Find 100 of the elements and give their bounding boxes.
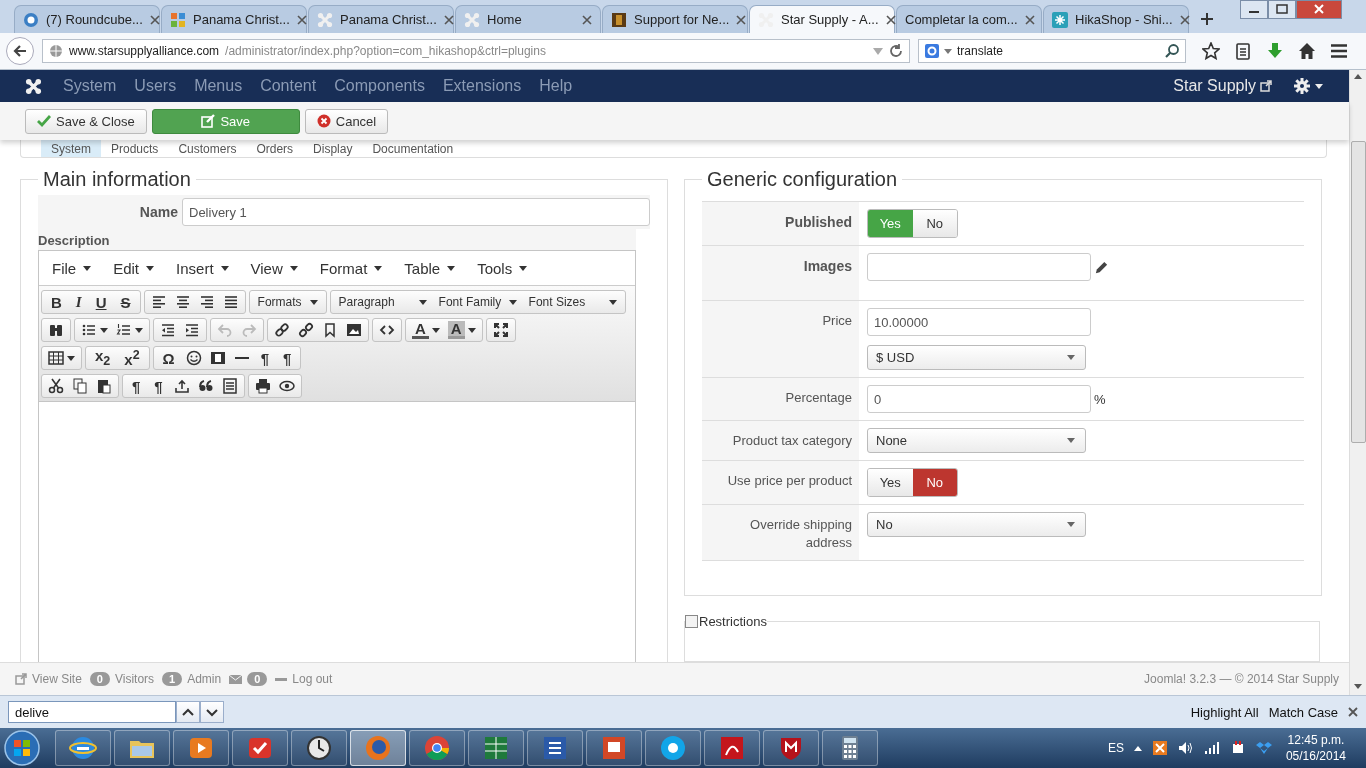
copy-icon[interactable] [72, 378, 88, 394]
settings-icon[interactable] [1294, 78, 1310, 94]
toggle-option[interactable]: Yes [868, 469, 913, 496]
browser-tab[interactable]: (7) Roundcube... [14, 5, 160, 33]
language-indicator[interactable]: ES [1107, 741, 1124, 755]
close-icon[interactable] [1348, 707, 1358, 717]
menu-item[interactable]: Components [325, 77, 434, 95]
toggle-option[interactable]: No [912, 469, 957, 496]
minimize-icon[interactable] [1240, 0, 1268, 19]
text-color-button[interactable]: A [412, 321, 429, 339]
find-option[interactable]: Highlight All [1190, 704, 1259, 720]
dropdown[interactable]: Paragraph [333, 291, 432, 313]
text-field[interactable]: 10.00000 [867, 308, 1091, 336]
outdent-icon[interactable] [160, 322, 176, 338]
text-field[interactable]: Delivery 1 [182, 198, 650, 226]
caret-icon[interactable] [146, 265, 155, 271]
browser-tab[interactable]: Support for Ne... [602, 5, 748, 33]
left-to-right-button[interactable]: ¶ [257, 350, 272, 366]
indent-icon[interactable] [184, 322, 200, 338]
box-icon[interactable] [1255, 740, 1272, 756]
editor-menu-item[interactable]: Insert [176, 259, 229, 277]
cancel-button[interactable]: Cancel [304, 108, 389, 134]
speaker-icon[interactable] [1177, 740, 1194, 756]
home-icon[interactable] [1298, 42, 1316, 60]
star-icon[interactable] [1202, 42, 1220, 60]
close-icon[interactable] [582, 14, 592, 25]
justify-icon[interactable] [222, 294, 239, 310]
caret-icon[interactable] [83, 265, 92, 271]
close-icon[interactable] [296, 14, 307, 25]
paste-icon[interactable] [96, 378, 112, 394]
align-center-icon[interactable] [174, 294, 191, 310]
scroll-up-icon[interactable] [1354, 74, 1362, 79]
caret-icon[interactable] [67, 355, 75, 361]
menu-icon[interactable] [1330, 42, 1348, 60]
download-icon[interactable] [1266, 42, 1284, 60]
address-bar[interactable]: www.starsupplyalliance.com /administrator/index.php?option=com_hikashop&ctrl=plugins [42, 39, 910, 63]
site-link[interactable]: Star Supply [1173, 77, 1272, 95]
caret-icon[interactable] [220, 265, 229, 271]
menu-item[interactable]: Users [125, 77, 186, 95]
close-icon[interactable] [149, 14, 160, 25]
caret-icon[interactable] [418, 299, 427, 305]
table-icon[interactable] [48, 350, 64, 366]
editor-menu-item[interactable]: Edit [113, 259, 155, 277]
caret-icon[interactable] [467, 327, 476, 333]
caret-icon[interactable] [100, 327, 108, 333]
select-field[interactable]: None [867, 428, 1086, 453]
menu-item[interactable]: Extensions [433, 77, 531, 95]
submenu-item[interactable]: Display [303, 140, 363, 157]
browser-tab[interactable]: Completar la com... [896, 5, 1042, 33]
signal-icon[interactable] [1203, 740, 1220, 756]
paragraph-button[interactable]: ¶ [129, 378, 144, 394]
browser-tab[interactable]: Star Supply - A... [749, 5, 895, 33]
caret-icon[interactable] [447, 265, 456, 271]
taskbar-button[interactable] [763, 730, 819, 766]
pencil-icon[interactable] [1094, 259, 1109, 275]
caret-icon[interactable] [1315, 83, 1323, 89]
film-icon[interactable] [209, 350, 226, 366]
superscript-button[interactable]: x$^{2}$ [121, 349, 143, 367]
caret-icon[interactable] [508, 299, 517, 305]
close-icon[interactable] [736, 14, 747, 25]
bookmark-icon[interactable] [322, 322, 338, 338]
submenu-item[interactable]: Customers [168, 140, 247, 157]
select-field[interactable]: No [867, 512, 1086, 537]
menu-item[interactable]: Help [530, 77, 582, 95]
caret-icon[interactable] [431, 327, 440, 333]
close-icon[interactable] [1296, 0, 1342, 19]
caret-icon[interactable] [374, 265, 383, 271]
editor-menu-item[interactable]: Tools [477, 259, 528, 277]
search-icon[interactable] [1165, 44, 1179, 58]
insert-icon[interactable] [173, 378, 190, 394]
previous-button[interactable] [176, 701, 200, 723]
save-close-button[interactable]: Save & Close [25, 108, 147, 134]
maximize-icon[interactable] [1268, 0, 1296, 19]
printer-icon[interactable] [254, 378, 271, 394]
taskbar-button[interactable] [350, 730, 406, 766]
caret-icon[interactable] [135, 327, 143, 333]
subscript-button[interactable]: x$_{2}$ [92, 348, 114, 368]
taskbar-button[interactable] [173, 730, 229, 766]
numbered-list-icon[interactable] [116, 322, 132, 338]
underline-button[interactable]: U [92, 294, 110, 310]
align-right-icon[interactable] [198, 294, 215, 310]
fullscreen-icon[interactable] [492, 322, 509, 338]
editor-menu-item[interactable]: View [250, 259, 298, 277]
submenu-item[interactable]: Orders [246, 140, 304, 157]
quote-icon[interactable] [197, 378, 214, 394]
caret-icon[interactable] [309, 299, 318, 305]
special-character-button[interactable]: Ω [159, 350, 178, 366]
menu-item[interactable]: Content [251, 77, 326, 95]
scissors-icon[interactable] [48, 378, 64, 394]
taskbar-button[interactable] [409, 730, 465, 766]
browser-tab[interactable]: Panama Christ... [308, 5, 454, 33]
dropdown[interactable]: Formats [252, 291, 323, 313]
caret-icon[interactable] [519, 265, 528, 271]
eye-icon[interactable] [278, 378, 295, 394]
start-button[interactable] [4, 730, 40, 766]
taskbar-button[interactable] [55, 730, 111, 766]
caret-icon[interactable] [608, 299, 617, 305]
caret-icon[interactable] [289, 265, 298, 271]
right-to-left-button[interactable]: ¶ [279, 350, 295, 366]
strikethrough-button[interactable]: S [117, 294, 134, 310]
